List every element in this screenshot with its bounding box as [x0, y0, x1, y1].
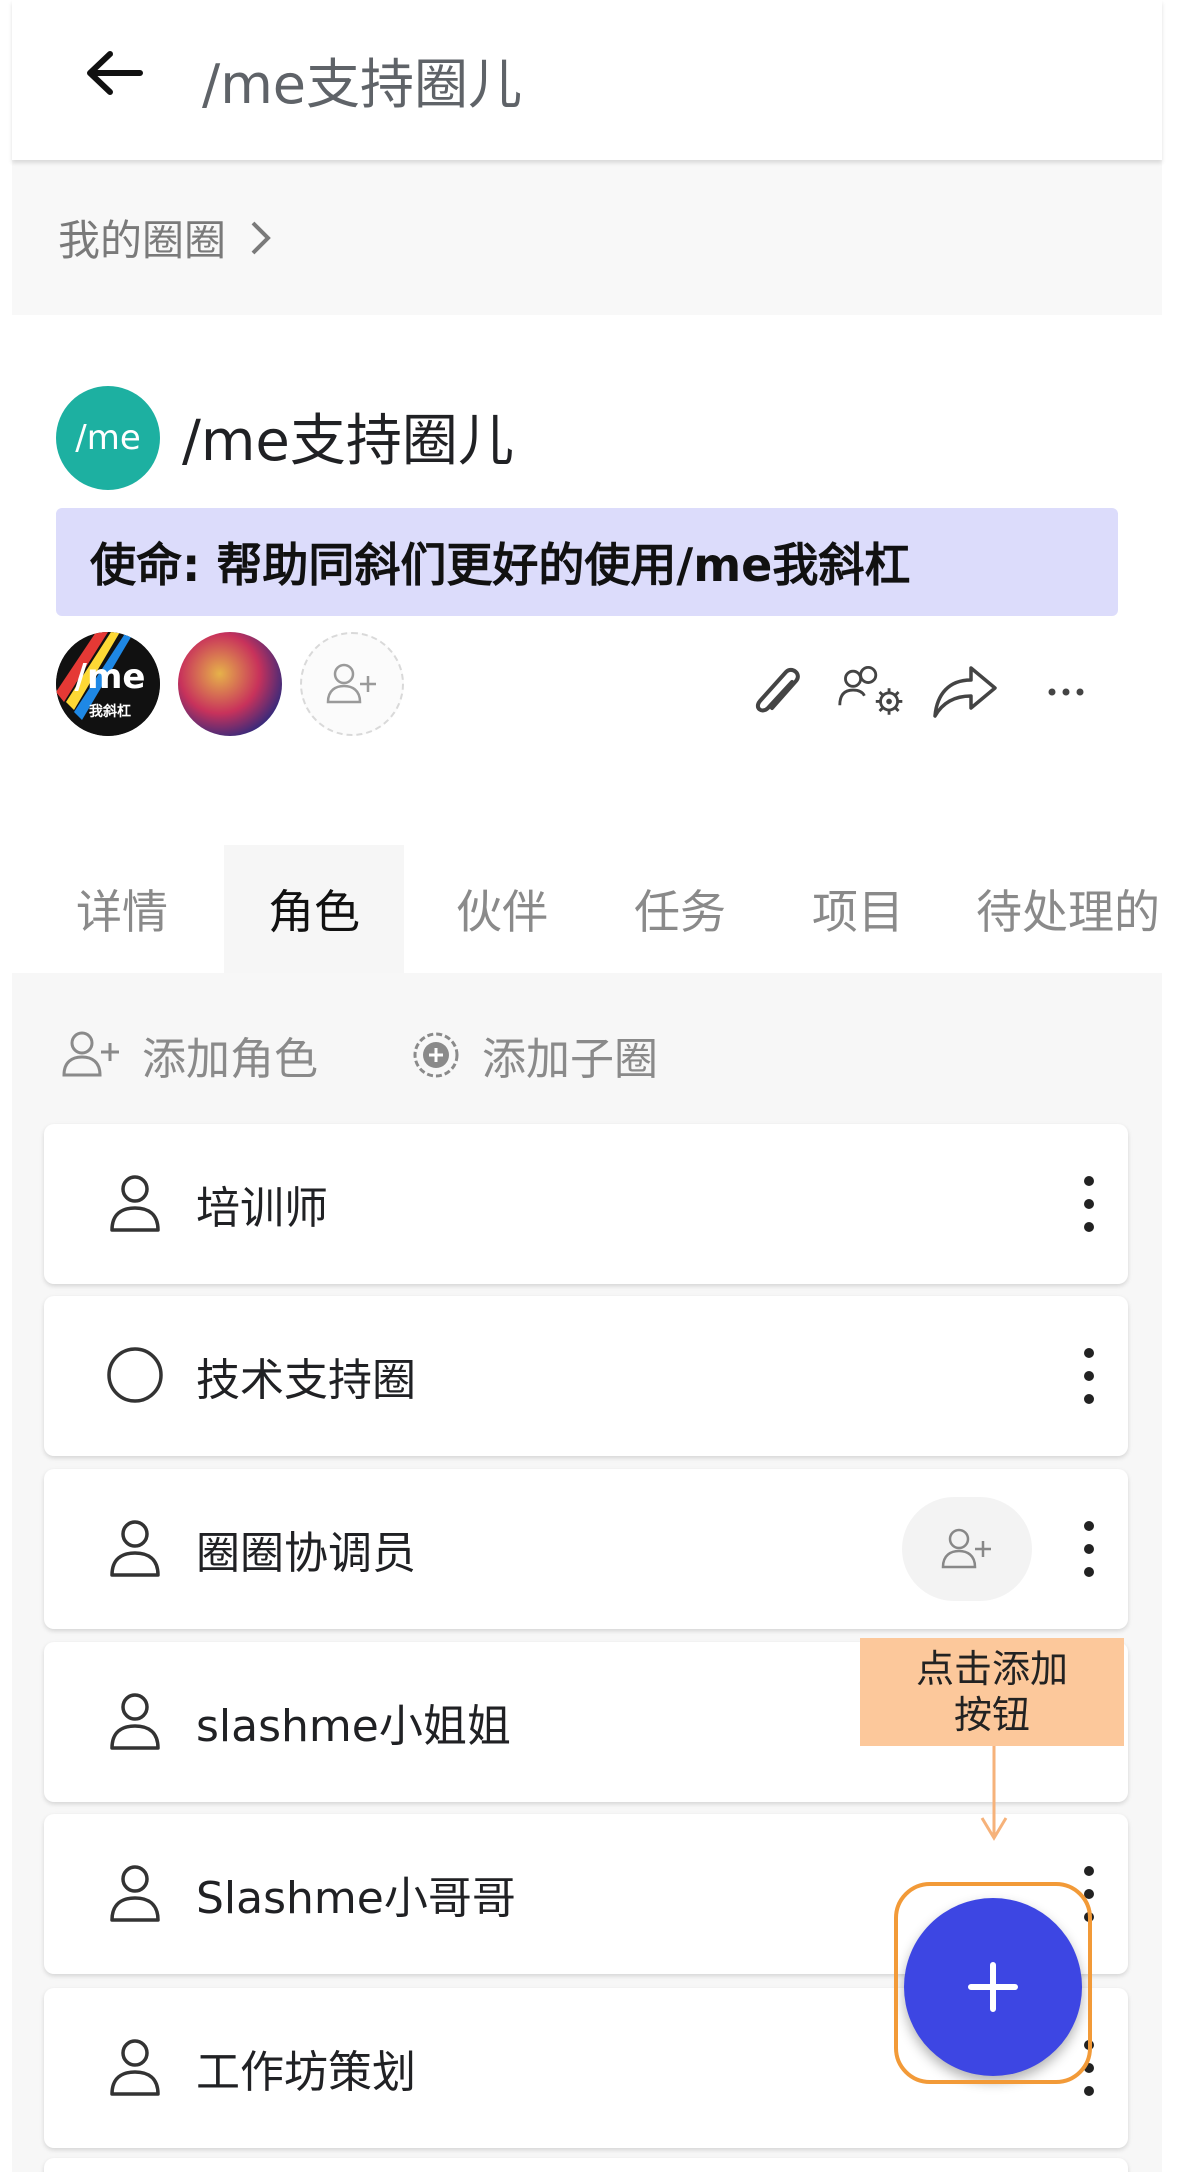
role-card-tech-support-circle[interactable]: 技术支持圈: [44, 1296, 1128, 1456]
person-icon: [102, 2034, 168, 2100]
callout-line-2: 按钮: [953, 1693, 1030, 1737]
member-settings-button[interactable]: [836, 656, 908, 728]
add-circle-icon: [410, 1029, 462, 1081]
member1-logo-text: /me: [75, 657, 146, 697]
person-add-icon: [60, 1029, 122, 1081]
assign-person-button[interactable]: [902, 1497, 1032, 1601]
slashme-logo: /me 我斜杠: [56, 632, 160, 736]
tutorial-callout: 点击添加 按钮: [860, 1638, 1124, 1746]
top-app-bar: /me支持圈儿: [12, 0, 1162, 160]
role-name: slashme小姐姐: [196, 1701, 511, 1752]
member-avatar-slashme[interactable]: /me 我斜杠: [56, 632, 160, 736]
tab-roles[interactable]: 角色: [224, 845, 404, 973]
add-role-label: 添加角色: [142, 1034, 318, 1085]
more-vertical-icon[interactable]: [1074, 1176, 1104, 1232]
circle-name: /me支持圈儿: [182, 409, 514, 474]
mission-banner: 使命: 帮助同斜们更好的使用/me我斜杠: [56, 508, 1118, 616]
callout-line-1: 点击添加: [915, 1647, 1068, 1691]
add-subcircle-label: 添加子圈: [482, 1034, 658, 1085]
add-fab-button[interactable]: [904, 1898, 1082, 2076]
page-title: /me支持圈儿: [202, 53, 523, 116]
member1-logo-subtext: 我斜杠: [89, 703, 131, 720]
attach-button[interactable]: [742, 656, 814, 728]
back-button[interactable]: [74, 38, 154, 108]
person-icon: [102, 1170, 168, 1236]
role-name: Slashme小哥哥: [196, 1873, 516, 1924]
role-name: 培训师: [196, 1183, 328, 1234]
tab-details[interactable]: 详情: [62, 845, 182, 973]
circle-icon: [102, 1342, 168, 1408]
tab-partners[interactable]: 伙伴: [442, 845, 562, 973]
plus-icon: [968, 1962, 1018, 2012]
person-add-icon: [941, 1528, 991, 1569]
role-name: 圈圈协调员: [196, 1528, 416, 1579]
role-name: 技术支持圈: [196, 1355, 416, 1406]
more-vertical-icon[interactable]: [1074, 1348, 1104, 1404]
more-horizontal-icon: [1048, 688, 1084, 696]
tab-tasks[interactable]: 任务: [620, 845, 740, 973]
role-card-coordinator[interactable]: 圈圈协调员: [44, 1469, 1128, 1629]
more-vertical-icon[interactable]: [1074, 1521, 1104, 1577]
tab-pending[interactable]: 待处理的: [976, 845, 1162, 973]
people-settings-icon: [838, 665, 903, 715]
add-role-button[interactable]: 添加角色: [60, 1020, 318, 1090]
add-member-button[interactable]: [300, 632, 404, 736]
member-avatar-photo[interactable]: [178, 632, 282, 736]
tab-bar: 详情 角色 伙伴 任务 项目 待处理的: [12, 845, 1162, 973]
callout-arrow: [980, 1746, 1008, 1841]
arrow-left-icon: [87, 51, 143, 95]
breadcrumb[interactable]: 我的圈圈: [12, 160, 1162, 315]
role-name: 工作坊策划: [196, 2047, 416, 2098]
role-card-trainer[interactable]: 培训师: [44, 1124, 1128, 1284]
tab-projects[interactable]: 项目: [798, 845, 918, 973]
person-icon: [102, 1688, 168, 1754]
circle-avatar: /me: [56, 386, 160, 490]
more-vertical-icon[interactable]: [1074, 1866, 1104, 1922]
person-icon: [102, 1860, 168, 1926]
person-add-icon: [326, 663, 376, 704]
role-card-partial[interactable]: [44, 2158, 1128, 2172]
more-options-button[interactable]: [1030, 656, 1102, 728]
chevron-right-icon: [248, 218, 274, 258]
person-icon: [102, 1515, 168, 1581]
breadcrumb-label[interactable]: 我的圈圈: [58, 207, 226, 268]
add-subcircle-button[interactable]: 添加子圈: [410, 1020, 658, 1090]
share-icon: [933, 666, 997, 718]
share-button[interactable]: [930, 656, 1002, 728]
paperclip-icon: [755, 667, 800, 713]
more-vertical-icon[interactable]: [1074, 2040, 1104, 2096]
